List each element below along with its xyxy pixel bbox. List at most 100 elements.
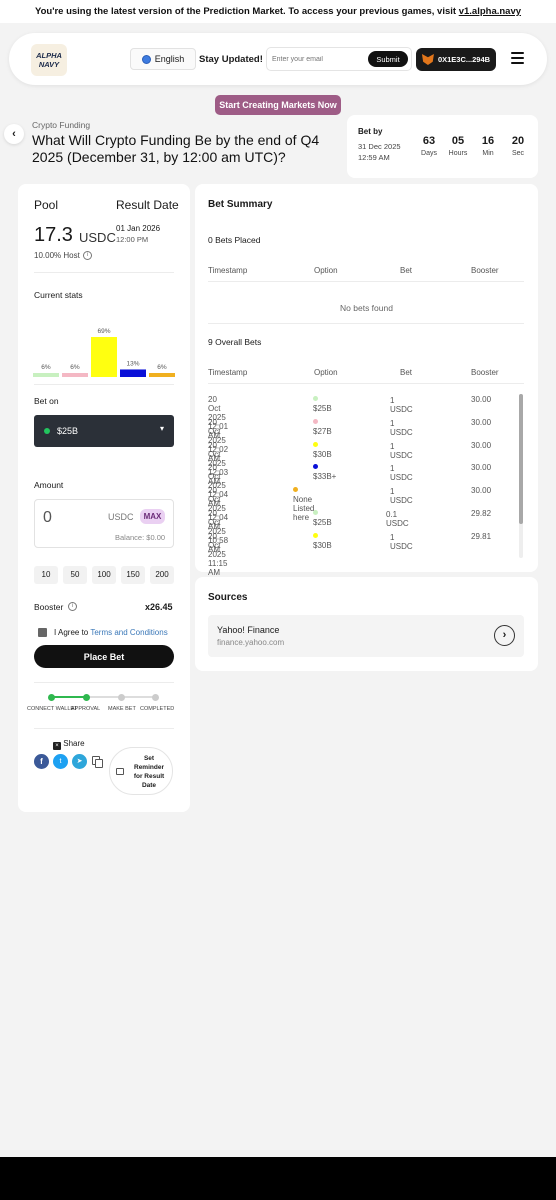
row-timestamp: 20 Oct 2025 11:15 AM (208, 531, 228, 577)
row-option: $30B (313, 441, 332, 459)
info-icon[interactable]: i (83, 251, 92, 260)
result-time: 12:00 PM (116, 235, 149, 244)
result-date: 01 Jan 2026 (116, 224, 161, 233)
row-bet: 1 USDC (390, 464, 413, 483)
terms-link[interactable]: Terms and Conditions (90, 628, 167, 637)
row-option: $33B+ (313, 463, 336, 481)
host-fee: 10.00% Host (34, 251, 80, 260)
row-option: $25B (313, 509, 332, 527)
sources-card: Sources Yahoo! Finance finance.yahoo.com… (195, 577, 538, 671)
bet-by-card: Bet by 31 Dec 2025 12:59 AM 63 Days 05 Hou… (347, 115, 538, 178)
stats-bar (33, 373, 59, 377)
row-option: $27B (313, 418, 332, 436)
share-row: × Share (53, 739, 85, 750)
preset-button[interactable]: 200 (150, 566, 174, 584)
bet-summary-title: Bet Summary (208, 199, 273, 210)
market-category: Crypto Funding (32, 120, 91, 130)
option-dot-icon (313, 396, 318, 401)
column-header: Option (314, 266, 338, 275)
bet-summary-card: Bet Summary 0 Bets Placed Timestamp Opti… (195, 184, 538, 577)
preset-button[interactable]: 10 (34, 566, 58, 584)
stats-bar (91, 337, 117, 377)
booster-value: x26.45 (145, 602, 173, 612)
terms-text: I Agree to Terms and Conditions (54, 628, 168, 637)
pool-amount: 17.3 (34, 224, 73, 246)
column-header: Timestamp (208, 368, 248, 377)
stats-bar (120, 369, 146, 377)
max-button[interactable]: MAX (140, 509, 165, 524)
selected-option: $25B (57, 426, 79, 436)
email-subscribe: Submit (266, 47, 412, 71)
source-name: Yahoo! Finance (217, 625, 280, 635)
place-bet-button[interactable]: Place Bet (34, 645, 174, 668)
booster-label: Booster (34, 602, 64, 612)
row-bet: 1 USDC (390, 487, 413, 506)
bet-on-label: Bet on (34, 396, 59, 406)
bets-placed-label: 0 Bets Placed (208, 235, 261, 245)
menu-icon[interactable] (511, 52, 524, 64)
wallet-button[interactable]: 0X1E3C...294B (416, 48, 496, 71)
column-header: Option (314, 368, 338, 377)
globe-icon (141, 54, 151, 64)
telegram-icon[interactable]: ➤ (72, 754, 87, 769)
source-url: finance.yahoo.com (217, 638, 285, 647)
result-date-label: Result Date (116, 198, 179, 212)
stats-bar-label: 13% (126, 360, 139, 367)
chevron-right-icon[interactable]: › (494, 625, 515, 646)
option-dot-icon (313, 464, 318, 470)
stats-bar-label: 69% (97, 328, 110, 335)
email-input[interactable] (272, 52, 352, 67)
row-bet: 1 USDC (390, 441, 413, 460)
step-dot (48, 694, 55, 701)
v1-link[interactable]: v1.alpha.navy (459, 6, 521, 17)
calendar-icon (116, 768, 124, 775)
step-label: CONNECT WALLET (27, 706, 78, 712)
start-creating-markets-button[interactable]: Start Creating Markets Now (215, 95, 341, 115)
column-header: Booster (471, 266, 499, 275)
table-scrollbar[interactable] (519, 394, 523, 558)
option-dot-icon (44, 428, 50, 434)
pool-currency: USDC (79, 230, 116, 245)
set-reminder-button[interactable]: Set Reminder for Result Date (109, 747, 173, 795)
step-dot (152, 694, 159, 701)
amount-input[interactable] (43, 509, 83, 527)
share-label: Share (63, 739, 85, 748)
row-booster: 30.00 (471, 486, 492, 496)
preset-button[interactable]: 100 (92, 566, 116, 584)
current-stats-chart: 6% 6% 69% 13% 6% (33, 328, 175, 377)
stats-bar-label: 6% (70, 364, 80, 371)
facebook-icon[interactable]: f (34, 754, 49, 769)
row-booster: 29.81 (471, 531, 492, 541)
source-item[interactable]: Yahoo! Finance finance.yahoo.com › (208, 615, 524, 657)
no-bets-message: No bets found (340, 303, 393, 313)
row-bet: 1 USDC (390, 418, 413, 437)
step-label: MAKE BET (108, 706, 136, 712)
row-bet: 1 USDC (390, 532, 413, 551)
alpha-navy-logo[interactable]: ALPHA NAVY (31, 44, 67, 76)
chevron-down-icon: ▾ (160, 424, 165, 433)
row-option: None Listed here (293, 486, 314, 522)
language-label: English (154, 54, 185, 64)
column-header: Timestamp (208, 266, 248, 275)
system-bottom-bar (0, 1157, 556, 1200)
metamask-fox-icon (421, 54, 434, 65)
row-booster: 30.00 (471, 395, 492, 404)
column-header: Bet (400, 368, 413, 377)
twitter-icon[interactable]: t (53, 754, 68, 769)
back-arrow-icon[interactable]: ‹ (4, 124, 24, 144)
bet-by-time: 12:59 AM (358, 153, 390, 162)
terms-checkbox[interactable] (38, 628, 47, 637)
pool-label: Pool (34, 198, 59, 212)
language-selector[interactable]: English (130, 48, 196, 70)
stats-bar-label: 6% (41, 364, 51, 371)
overall-bets-label: 9 Overall Bets (208, 337, 262, 347)
bet-option-select[interactable]: $25B ▾ (34, 415, 174, 447)
row-bet: 0.1 USDC (386, 510, 409, 528)
submit-button[interactable]: Submit (368, 51, 408, 67)
preset-button[interactable]: 50 (63, 566, 87, 584)
info-icon[interactable]: i (68, 602, 77, 611)
preset-button[interactable]: 150 (121, 566, 145, 584)
countdown-days: 63 Days (421, 135, 437, 157)
countdown-minutes: 16 Min (481, 135, 495, 157)
scrollbar-thumb[interactable] (519, 394, 523, 524)
